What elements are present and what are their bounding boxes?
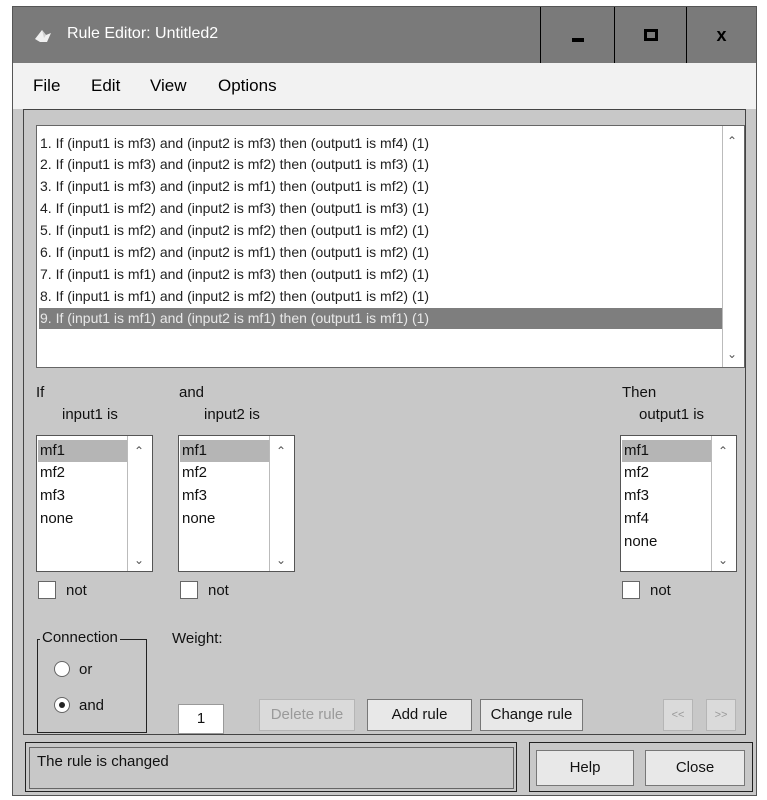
rule-item[interactable]: 1. If (input1 is mf3) and (input2 is mf3… [39,133,723,154]
rules-list[interactable]: 1. If (input1 is mf3) and (input2 is mf3… [36,125,745,368]
add-rule-button[interactable]: Add rule [367,699,472,731]
connection-title: Connection [40,629,120,646]
title-bar: Rule Editor: Untitled2 x [13,7,756,63]
rule-item-selected[interactable]: 9. If (input1 is mf1) and (input2 is mf1… [39,308,723,329]
output1-not-checkbox[interactable] [622,581,640,599]
output1-label: output1 is [639,406,705,423]
minimize-button[interactable] [540,7,614,63]
connection-group [37,639,147,733]
input2-not-label: not [208,582,229,599]
list-item[interactable]: mf1 [622,440,711,462]
menu-file[interactable]: File [33,76,60,96]
rules-scrollbar[interactable]: ⌃ ⌄ [722,126,744,367]
menu-edit[interactable]: Edit [91,76,120,96]
input1-not-label: not [66,582,87,599]
input1-scrollbar[interactable]: ⌃ ⌄ [127,436,152,571]
rule-item[interactable]: 7. If (input1 is mf1) and (input2 is mf3… [39,264,723,285]
or-radio[interactable] [54,661,70,677]
menu-view[interactable]: View [150,76,187,96]
list-item[interactable]: mf2 [180,462,269,484]
delete-rule-button[interactable]: Delete rule [259,699,355,731]
scroll-up-icon[interactable]: ⌃ [718,444,728,458]
rule-item[interactable]: 2. If (input1 is mf3) and (input2 is mf2… [39,154,723,175]
help-button[interactable]: Help [536,750,634,786]
menu-bar: File Edit View Options [13,63,756,109]
matlab-app-icon [35,30,51,42]
list-item[interactable]: none [180,508,269,530]
list-item[interactable]: none [622,531,711,553]
input2-label: input2 is [204,406,260,423]
close-window-button[interactable]: x [686,7,756,63]
previous-button[interactable]: << [663,699,693,731]
list-item[interactable]: mf2 [622,462,711,484]
list-item[interactable]: mf2 [38,462,127,484]
scroll-down-icon[interactable]: ⌄ [727,347,737,361]
close-button[interactable]: Close [645,750,745,786]
list-item[interactable]: mf3 [38,485,127,507]
rule-item[interactable]: 3. If (input1 is mf3) and (input2 is mf1… [39,176,723,197]
output1-scrollbar[interactable]: ⌃ ⌄ [711,436,736,571]
output1-not-label: not [650,582,671,599]
input1-listbox[interactable]: mf1 mf2 mf3 none ⌃ ⌄ [36,435,153,572]
and-radio-label: and [79,697,105,714]
scroll-up-icon[interactable]: ⌃ [276,444,286,458]
list-item[interactable]: none [38,508,127,530]
close-icon: x [716,24,727,45]
maximize-button[interactable] [614,7,686,63]
and-radio[interactable] [54,697,70,713]
input1-label: input1 is [62,406,118,423]
radio-selected-dot [59,702,65,708]
scroll-up-icon[interactable]: ⌃ [727,134,737,148]
list-item[interactable]: mf1 [38,440,127,462]
minimize-icon [571,38,584,42]
change-rule-button[interactable]: Change rule [480,699,583,731]
then-header: Then [622,384,657,401]
input2-not-checkbox[interactable] [180,581,198,599]
and-header: and [179,384,205,401]
status-text: The rule is changed [37,753,169,770]
rule-item[interactable]: 6. If (input1 is mf2) and (input2 is mf1… [39,242,723,263]
rule-editor-window: Rule Editor: Untitled2 x File Edit View … [12,6,757,796]
if-header: If [36,384,45,401]
scroll-down-icon[interactable]: ⌄ [718,553,728,567]
scroll-up-icon[interactable]: ⌃ [134,444,144,458]
input2-scrollbar[interactable]: ⌃ ⌄ [269,436,294,571]
maximize-icon [643,29,658,41]
next-button[interactable]: >> [706,699,736,731]
output1-listbox[interactable]: mf1 mf2 mf3 mf4 none ⌃ ⌄ [620,435,737,572]
scroll-down-icon[interactable]: ⌄ [134,553,144,567]
menu-options[interactable]: Options [218,76,277,96]
rule-item[interactable]: 8. If (input1 is mf1) and (input2 is mf2… [39,286,723,307]
window-title: Rule Editor: Untitled2 [67,25,219,42]
list-item[interactable]: mf4 [622,508,711,530]
input2-listbox[interactable]: mf1 mf2 mf3 none ⌃ ⌄ [178,435,295,572]
input1-not-checkbox[interactable] [38,581,56,599]
or-radio-label: or [79,661,93,678]
weight-label: Weight: [172,630,223,647]
list-item[interactable]: mf3 [622,485,711,507]
scroll-down-icon[interactable]: ⌄ [276,553,286,567]
rule-item[interactable]: 4. If (input1 is mf2) and (input2 is mf3… [39,198,723,219]
list-item[interactable]: mf1 [180,440,269,462]
list-item[interactable]: mf3 [180,485,269,507]
weight-input[interactable]: 1 [178,704,224,734]
rule-item[interactable]: 5. If (input1 is mf2) and (input2 is mf2… [39,220,723,241]
